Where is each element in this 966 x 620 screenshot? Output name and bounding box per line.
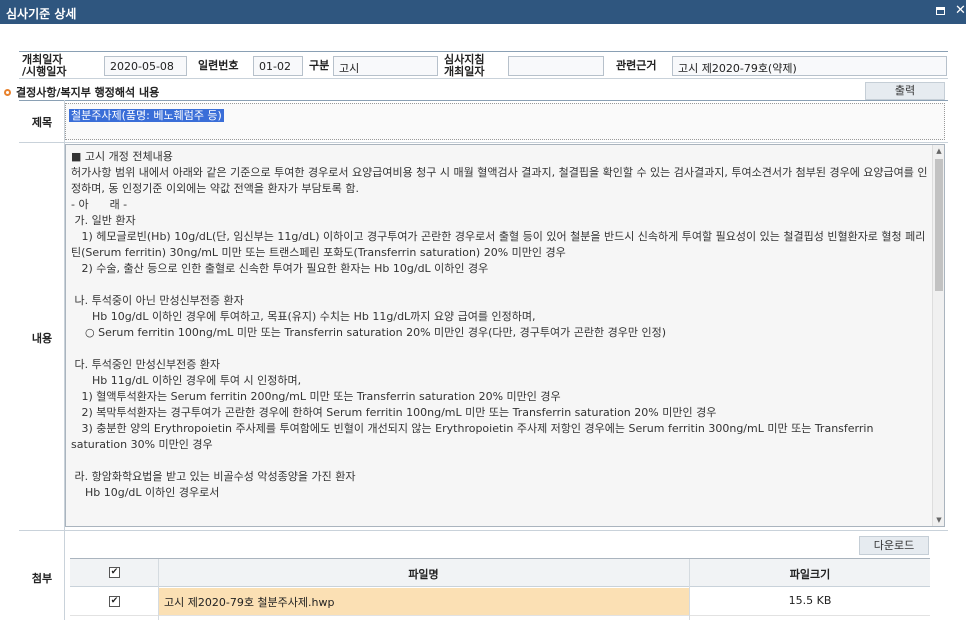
title-value: 철분주사제(품명: 베노훼럼주 등): [69, 109, 224, 122]
scroll-down-icon[interactable]: ▼: [933, 514, 944, 526]
download-button[interactable]: 다운로드: [859, 536, 929, 555]
title-row-label: 제목: [31, 116, 53, 129]
file-size: 15.5 KB: [788, 594, 832, 607]
content-row-label: 내용: [31, 332, 53, 345]
section-heading-text: 결정사항/복지부 행정해석 내용: [16, 86, 160, 99]
title-field[interactable]: 철분주사제(품명: 베노훼럼주 등): [65, 103, 945, 140]
attachments-label: 첨부: [31, 572, 53, 585]
basis-label: 관련근거: [616, 59, 657, 72]
content-scrollbar[interactable]: ▲ ▼: [932, 145, 944, 526]
review-date-label: 심사지침 개최일자: [444, 53, 485, 78]
filesize-header: 파일크기: [789, 568, 831, 581]
attachments-table: ✔ 파일명 파일크기 ✔ 고시 제2020-79호 철분주사제.hwp 15.5…: [70, 558, 930, 620]
basis-field[interactable]: 고시 제2020-79호(약제): [672, 56, 947, 76]
date-label: 개최일자 /시행일자: [22, 53, 67, 78]
bullet-icon: [4, 89, 11, 96]
serial-field[interactable]: 01-02: [253, 56, 303, 76]
info-row: 개최일자 /시행일자 2020-05-08 일련번호 01-02 구분 고시 심…: [19, 51, 948, 79]
serial-label: 일련번호: [198, 59, 239, 72]
content-text: ■ 고시 개정 전체내용 허가사항 범위 내에서 아래와 같은 기준으로 투여한…: [71, 150, 928, 499]
print-button[interactable]: 출력: [865, 82, 945, 100]
table-row[interactable]: ✔ 고시 제2020-79호 철분주사제.hwp 15.5 KB: [70, 588, 930, 616]
scroll-up-icon[interactable]: ▲: [933, 145, 944, 157]
divider: [19, 530, 948, 531]
window-title: 심사기준 상세: [6, 7, 77, 21]
file-checkbox[interactable]: ✔: [109, 596, 120, 607]
filename-header: 파일명: [408, 568, 439, 581]
column-divider: [689, 559, 690, 620]
divider: [19, 100, 948, 101]
scroll-thumb[interactable]: [935, 159, 943, 291]
file-name[interactable]: 고시 제2020-79호 철분주사제.hwp: [158, 588, 689, 615]
maximize-icon[interactable]: [936, 7, 945, 15]
review-date-field[interactable]: [508, 56, 604, 76]
section-heading: 결정사항/복지부 행정해석 내용: [4, 84, 159, 100]
table-header: ✔ 파일명 파일크기: [70, 559, 930, 587]
window-titlebar: 심사기준 상세 ✕: [0, 0, 966, 24]
divider: [19, 142, 948, 143]
select-all-checkbox[interactable]: ✔: [109, 567, 120, 578]
date-field[interactable]: 2020-05-08: [104, 56, 187, 76]
category-label: 구분: [309, 59, 330, 72]
column-divider: [158, 559, 159, 620]
category-field[interactable]: 고시: [333, 56, 438, 76]
content-textarea[interactable]: ■ 고시 개정 전체내용 허가사항 범위 내에서 아래와 같은 기준으로 투여한…: [65, 144, 945, 527]
close-icon[interactable]: ✕: [955, 3, 966, 18]
